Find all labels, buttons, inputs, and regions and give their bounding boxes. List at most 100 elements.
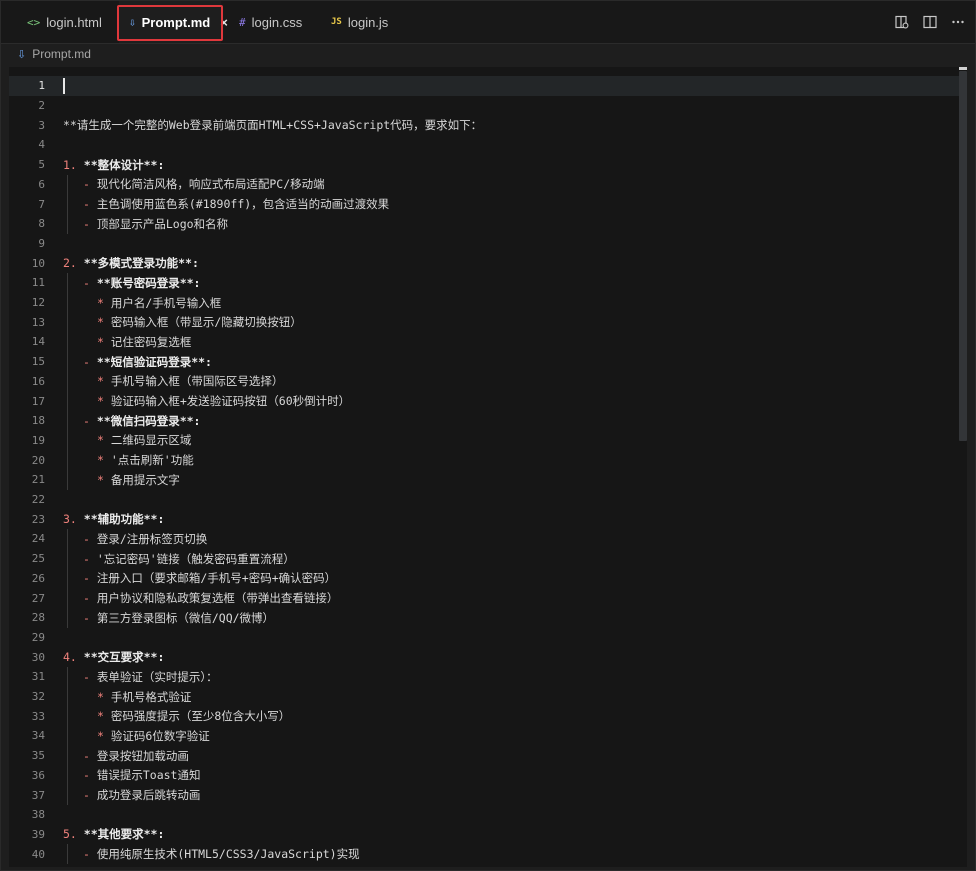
vertical-scrollbar[interactable] (959, 71, 967, 441)
line-number: 24 (31, 532, 45, 546)
list-dash: - (83, 275, 97, 290)
indent-guide (67, 529, 68, 628)
breadcrumb-item[interactable]: Prompt.md (32, 47, 91, 61)
line-number: 14 (31, 335, 45, 349)
tab-login-js[interactable]: JS login.js (323, 1, 403, 43)
bold-text: **多模式登录功能**: (83, 256, 199, 271)
open-preview-icon[interactable] (895, 15, 909, 29)
breadcrumb: ⇩ Prompt.md (1, 44, 975, 64)
line-number: 4 (38, 138, 45, 152)
code-line[interactable]: 21 * 备用提示文字 (9, 470, 959, 490)
code-line[interactable]: 40 - 使用纯原生技术(HTML5/CSS3/JavaScript)实现 (9, 844, 959, 864)
code-line[interactable]: 8 - 顶部显示产品Logo和名称 (9, 214, 959, 234)
tab-login-css[interactable]: # login.css (231, 1, 315, 43)
line-text: 验证码输入框+发送验证码按钮（60秒倒计时） (110, 394, 351, 409)
list-star: * (97, 315, 111, 330)
list-dash: - (83, 177, 97, 192)
bold-text: **短信验证码登录**: (96, 354, 212, 369)
code-line[interactable]: 10 2. **多模式登录功能**: (9, 253, 959, 273)
code-line[interactable]: 19 * 二维码显示区域 (9, 431, 959, 451)
line-number: 17 (31, 394, 45, 408)
line-number: 23 (31, 512, 45, 526)
list-number: 3. (63, 512, 84, 527)
code-line[interactable]: 37 - 成功登录后跳转动画 (9, 785, 959, 805)
list-star: * (97, 472, 111, 487)
line-number: 31 (31, 670, 45, 684)
close-icon[interactable]: × (220, 15, 228, 30)
line-number: 32 (31, 690, 45, 704)
code-line[interactable]: 9 (9, 234, 959, 254)
code-line[interactable]: 30 4. **交互要求**: (9, 647, 959, 667)
code-line[interactable]: 38 (9, 805, 959, 825)
list-number: 2. (63, 256, 84, 271)
line-number: 38 (31, 808, 45, 822)
code-line[interactable]: 29 (9, 628, 959, 648)
code-line[interactable]: 25 - '忘记密码'链接（触发密码重置流程） (9, 549, 959, 569)
line-text: 用户协议和隐私政策复选框（带弹出查看链接） (96, 591, 339, 606)
code-line[interactable]: 13 * 密码输入框（带显示/隐藏切换按钮） (9, 312, 959, 332)
code-line[interactable]: 11 - **账号密码登录**: (9, 273, 959, 293)
code-line[interactable]: 16 * 手机号输入框（带国际区号选择） (9, 372, 959, 392)
line-text: 用户名/手机号输入框 (110, 295, 222, 310)
line-text: 登录/注册标签页切换 (96, 531, 208, 546)
code-line[interactable]: 15 - **短信验证码登录**: (9, 352, 959, 372)
editor-window: <> login.html ⇩ Prompt.md × # login.css … (0, 0, 976, 871)
split-editor-icon[interactable] (923, 15, 937, 29)
code-line[interactable]: 32 * 手机号格式验证 (9, 687, 959, 707)
code-line[interactable]: 7 - 主色调使用蓝色系(#1890ff)，包含适当的动画过渡效果 (9, 194, 959, 214)
code-line[interactable]: 5 1. **整体设计**: (9, 155, 959, 175)
js-file-icon: JS (331, 17, 342, 27)
line-number: 9 (38, 236, 45, 250)
code-line[interactable]: 12 * 用户名/手机号输入框 (9, 293, 959, 313)
list-star: * (97, 709, 111, 724)
code-line[interactable]: 4 (9, 135, 959, 155)
code-line[interactable]: 24 - 登录/注册标签页切换 (9, 529, 959, 549)
list-number: 5. (63, 827, 84, 842)
more-actions-icon[interactable] (951, 15, 965, 29)
code-line[interactable]: 26 - 注册入口（要求邮箱/手机号+密码+确认密码） (9, 569, 959, 589)
bold-text: **交互要求**: (83, 650, 165, 665)
html-file-icon: <> (27, 15, 41, 29)
code-line[interactable]: 31 - 表单验证（实时提示）： (9, 667, 959, 687)
line-text: 注册入口（要求邮箱/手机号+密码+确认密码） (96, 571, 337, 586)
line-number: 21 (31, 473, 45, 487)
code-line[interactable]: 34 * 验证码6位数字验证 (9, 726, 959, 746)
line-number: 25 (31, 552, 45, 566)
code-line[interactable]: 39 5. **其他要求**: (9, 825, 959, 845)
code-line[interactable]: 20 * '点击刷新'功能 (9, 450, 959, 470)
list-dash: - (83, 413, 97, 428)
list-dash: - (83, 591, 97, 606)
bold-text: **账号密码登录**: (96, 275, 201, 290)
code-line[interactable]: 14 * 记住密码复选框 (9, 332, 959, 352)
line-number: 37 (31, 788, 45, 802)
code-line[interactable]: 33 * 密码强度提示（至少8位含大小写） (9, 706, 959, 726)
line-text: 成功登录后跳转动画 (96, 788, 201, 803)
code-line[interactable]: 18 - **微信扫码登录**: (9, 411, 959, 431)
line-text: 现代化简洁风格，响应式布局适配PC/移动端 (96, 177, 325, 192)
code-line[interactable]: 28 - 第三方登录图标（微信/QQ/微博） (9, 608, 959, 628)
tab-prompt-md[interactable]: ⇩ Prompt.md × (119, 1, 228, 43)
code-line[interactable]: 27 - 用户协议和隐私政策复选框（带弹出查看链接） (9, 588, 959, 608)
line-number: 35 (31, 749, 45, 763)
code-line[interactable]: 22 (9, 490, 959, 510)
code-editor[interactable]: 1 2 3 **请生成一个完整的Web登录前端页面HTML+CSS+JavaScrip… (9, 67, 967, 867)
line-number: 11 (31, 276, 45, 290)
line-number: 12 (31, 296, 45, 310)
list-star: * (97, 453, 111, 468)
code-line[interactable]: 2 (9, 96, 959, 116)
tab-login-html[interactable]: <> login.html (19, 1, 111, 43)
line-text: 错误提示Toast通知 (96, 768, 201, 783)
code-line[interactable]: 1 (9, 76, 959, 96)
code-line[interactable]: 35 - 登录按钮加载动画 (9, 746, 959, 766)
line-text: 记住密码复选框 (110, 334, 192, 349)
code-line[interactable]: 17 * 验证码输入框+发送验证码按钮（60秒倒计时） (9, 391, 959, 411)
tab-label: login.html (46, 14, 102, 30)
list-star: * (97, 374, 111, 389)
code-line[interactable]: 23 3. **辅助功能**: (9, 509, 959, 529)
code-line[interactable]: 6 - 现代化简洁风格，响应式布局适配PC/移动端 (9, 175, 959, 195)
line-number: 22 (31, 493, 45, 507)
code-line[interactable]: 36 - 错误提示Toast通知 (9, 766, 959, 786)
list-number: 4. (63, 650, 84, 665)
list-dash: - (83, 748, 97, 763)
code-line[interactable]: 3 **请生成一个完整的Web登录前端页面HTML+CSS+JavaScript代… (9, 115, 959, 135)
